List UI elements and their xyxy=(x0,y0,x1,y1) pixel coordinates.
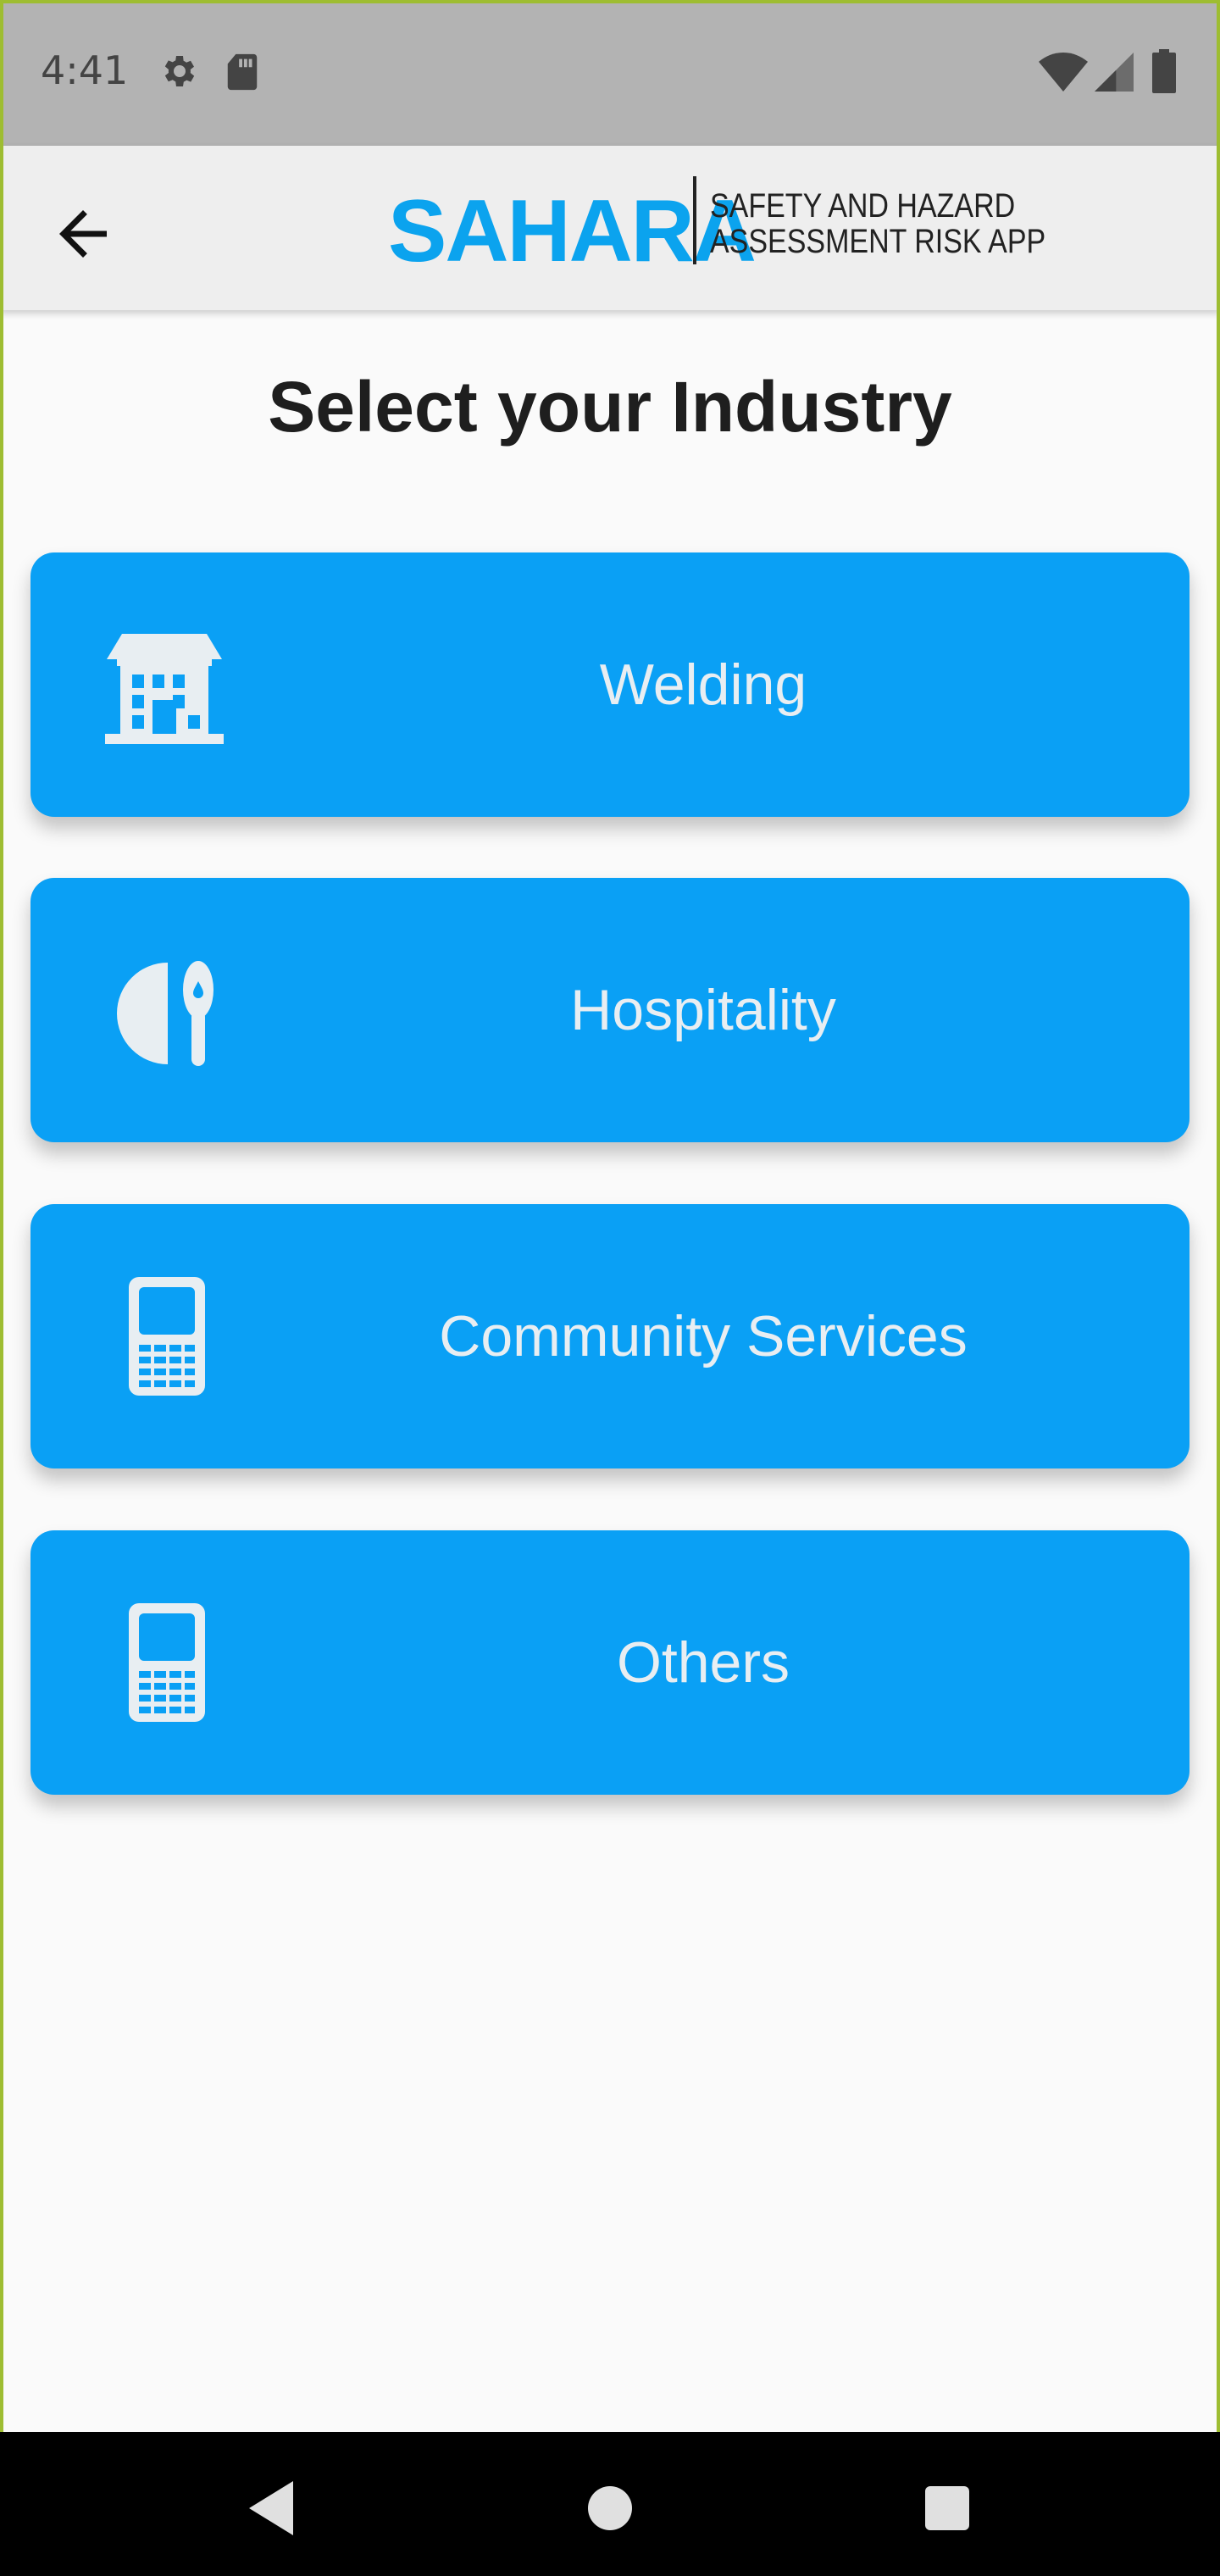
industry-card-community-services[interactable]: Community Services xyxy=(30,1204,1190,1468)
logo-divider xyxy=(693,176,696,264)
settings-icon xyxy=(164,56,195,86)
signal-icon xyxy=(1095,53,1134,92)
status-bar: 4:41 xyxy=(0,0,1220,146)
industry-card-hospitality[interactable]: Hospitality xyxy=(30,878,1190,1142)
battery-icon xyxy=(1152,49,1176,93)
mobile-phone-icon xyxy=(129,1603,205,1722)
industry-card-others[interactable]: Others xyxy=(30,1530,1190,1795)
industry-label: Hospitality xyxy=(570,978,836,1042)
sahara-logo: SAHARA SAFETY AND HAZARD ASSESSMENT RISK… xyxy=(388,171,1045,290)
app-bar: SAHARA SAFETY AND HAZARD ASSESSMENT RISK… xyxy=(0,146,1220,310)
sd-card-icon xyxy=(227,53,258,91)
industry-label: Others xyxy=(616,1630,790,1695)
back-triangle-icon[interactable] xyxy=(239,2474,307,2542)
logo-tagline-line1: SAFETY AND HAZARD xyxy=(710,187,1016,225)
plate-spoon-icon xyxy=(117,961,214,1066)
system-nav-bar xyxy=(0,2432,1220,2576)
recents-square-icon[interactable] xyxy=(913,2474,981,2542)
mobile-phone-icon xyxy=(129,1277,205,1396)
wifi-icon xyxy=(1039,53,1088,92)
logo-wordmark: SAHARA xyxy=(388,182,757,280)
page-title: Select your Industry xyxy=(268,367,952,447)
logo-tagline-line2: ASSESSMENT RISK APP xyxy=(710,223,1046,260)
home-circle-icon[interactable] xyxy=(576,2474,644,2542)
industry-label: Community Services xyxy=(439,1304,968,1368)
arrow-left-icon[interactable] xyxy=(47,198,119,269)
building-icon xyxy=(105,634,224,744)
industry-card-welding[interactable]: Welding xyxy=(30,552,1190,817)
logo-tagline: SAFETY AND HAZARD ASSESSMENT RISK APP xyxy=(710,188,1045,259)
industry-label: Welding xyxy=(599,652,807,717)
status-time: 4:41 xyxy=(41,47,129,93)
